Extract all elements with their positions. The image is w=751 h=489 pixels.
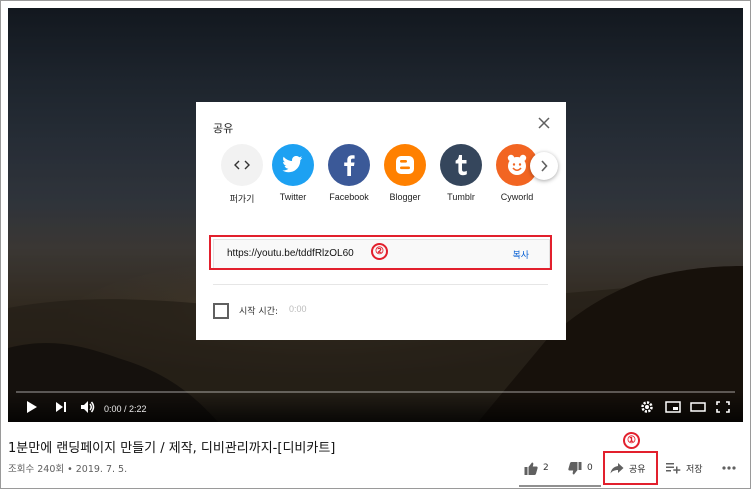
playlist-add-icon bbox=[666, 463, 681, 474]
share-highlight-box bbox=[603, 451, 658, 485]
share-label: Blogger bbox=[389, 192, 421, 202]
share-label: Cyworld bbox=[500, 192, 534, 202]
settings-button[interactable] bbox=[640, 398, 654, 416]
settings-icon bbox=[641, 401, 653, 413]
more-actions-button[interactable] bbox=[722, 457, 741, 479]
video-title: 1분만에 랜딩페이지 만들기 / 제작, 디비관리까지-[디비카트] bbox=[8, 441, 336, 456]
blogger-icon bbox=[384, 144, 426, 186]
play-icon bbox=[27, 401, 37, 413]
start-at-label: 시작 시간: bbox=[239, 307, 279, 317]
start-at-input[interactable]: 0:00 bbox=[289, 304, 307, 314]
share-tumblr[interactable]: Tumblr bbox=[431, 144, 491, 202]
video-meta: 조회수 240회 • 2019. 7. 5. bbox=[8, 464, 128, 475]
annotation-badge-1: ① bbox=[623, 432, 640, 449]
next-icon bbox=[56, 402, 66, 412]
save-button[interactable]: 저장 bbox=[666, 457, 703, 479]
share-next-button[interactable] bbox=[530, 152, 558, 180]
share-label: Twitter bbox=[279, 192, 307, 202]
share-blogger[interactable]: Blogger bbox=[375, 144, 435, 202]
share-label: Tumblr bbox=[447, 192, 475, 202]
time-display: 0:00 / 2:22 bbox=[104, 404, 147, 414]
miniplayer-icon bbox=[665, 401, 681, 413]
save-label: 저장 bbox=[686, 464, 703, 475]
thumbs-up-icon bbox=[524, 462, 538, 475]
annotation-badge-2: ② bbox=[371, 243, 388, 260]
progress-bar[interactable] bbox=[16, 391, 735, 393]
fullscreen-button[interactable] bbox=[716, 398, 730, 416]
next-button[interactable] bbox=[55, 398, 67, 416]
share-label: Facebook bbox=[329, 192, 369, 202]
theater-icon bbox=[690, 402, 706, 412]
dislike-count: 0 bbox=[587, 463, 593, 473]
dialog-title: 공유 bbox=[213, 122, 234, 135]
like-count: 2 bbox=[543, 463, 549, 473]
dialog-divider bbox=[213, 284, 548, 285]
dislike-button[interactable]: 0 bbox=[568, 457, 593, 479]
embed-icon bbox=[221, 144, 263, 186]
volume-button[interactable] bbox=[80, 398, 96, 416]
start-at-checkbox[interactable] bbox=[213, 303, 229, 319]
tumblr-icon bbox=[440, 144, 482, 186]
thumbs-down-icon bbox=[568, 461, 582, 474]
share-twitter[interactable]: Twitter bbox=[263, 144, 323, 202]
miniplayer-button[interactable] bbox=[665, 398, 681, 416]
more-horizontal-icon bbox=[722, 466, 736, 470]
fullscreen-icon bbox=[716, 401, 730, 413]
chevron-right-icon bbox=[541, 160, 548, 172]
sentiment-bar bbox=[519, 485, 601, 487]
close-icon[interactable] bbox=[537, 116, 551, 130]
theater-button[interactable] bbox=[690, 398, 706, 416]
like-button[interactable]: 2 bbox=[524, 457, 549, 479]
volume-icon bbox=[81, 401, 95, 413]
facebook-icon bbox=[328, 144, 370, 186]
twitter-icon bbox=[272, 144, 314, 186]
share-dialog: 공유 퍼가기 Twitter Facebook Blogger Tumblr C… bbox=[196, 102, 566, 340]
share-targets: 퍼가기 Twitter Facebook Blogger Tumblr Cywo… bbox=[218, 144, 553, 214]
share-facebook[interactable]: Facebook bbox=[319, 144, 379, 202]
play-button[interactable] bbox=[26, 398, 38, 416]
